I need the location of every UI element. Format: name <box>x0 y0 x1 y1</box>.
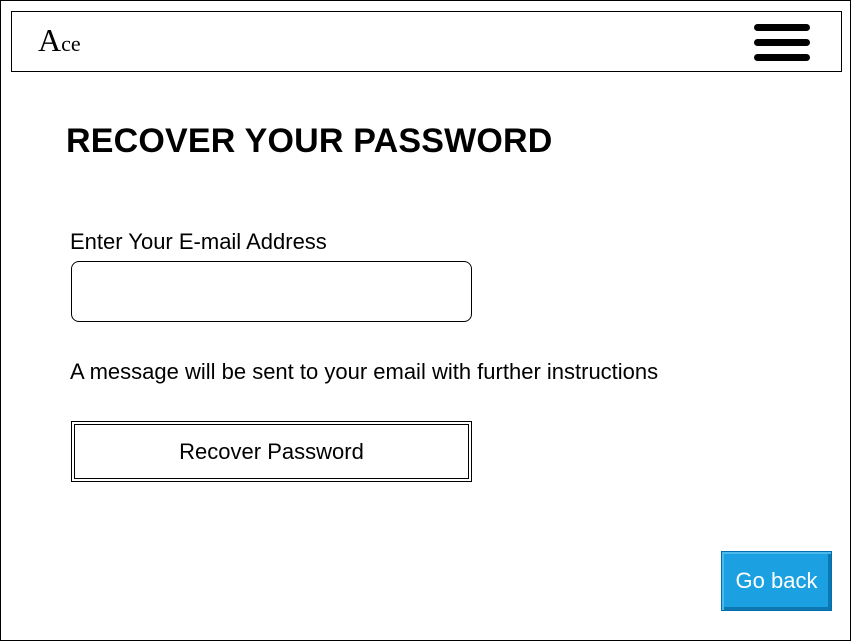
email-label: Enter Your E-mail Address <box>70 229 327 254</box>
page-title: RECOVER YOUR PASSWORD <box>66 122 553 160</box>
menu-bar-top <box>754 24 810 31</box>
menu-bar-bottom <box>754 54 810 61</box>
app-logo: Ace <box>38 24 81 56</box>
info-message: A message will be sent to your email wit… <box>70 359 659 384</box>
logo-text: ce <box>61 31 81 56</box>
hamburger-menu-icon[interactable] <box>754 22 812 64</box>
recover-password-button[interactable]: Recover Password <box>71 421 472 482</box>
header-bar: Ace <box>11 11 842 72</box>
logo-initial: A <box>38 22 62 58</box>
email-field[interactable] <box>71 261 472 322</box>
go-back-button[interactable]: Go back <box>721 551 832 611</box>
app-frame: Ace RECOVER YOUR PASSWORD Enter Your E-m… <box>0 0 851 641</box>
menu-bar-middle <box>754 39 810 46</box>
